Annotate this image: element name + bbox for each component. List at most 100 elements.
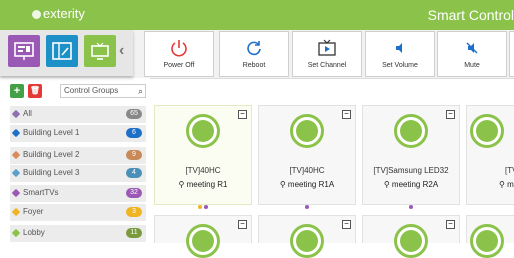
device-location: ⚲ meeting R1A	[279, 180, 335, 189]
search-icon: ⌕	[137, 86, 143, 96]
set-channel-label: Set Channel	[307, 62, 347, 69]
logo-text: exterity	[43, 6, 85, 21]
group-dot	[198, 205, 202, 209]
reboot-label: Reboot	[242, 62, 266, 69]
group-lobby[interactable]: Lobby 11	[10, 225, 146, 242]
group-building-level-3[interactable]: Building Level 3 4	[10, 165, 146, 182]
tag-icon	[11, 228, 21, 238]
group-label: Building Level 1	[23, 128, 80, 137]
set-channel-button[interactable]: Set Channel	[292, 31, 362, 77]
group-dot	[204, 205, 208, 209]
device-tv-icon	[394, 114, 428, 148]
volume-icon	[396, 43, 402, 53]
device-card[interactable]: − [TV]40HC ⚲ meeting R1A	[258, 105, 356, 209]
layout-icon	[52, 42, 72, 60]
device-tv-icon	[470, 114, 504, 148]
location-text: meeting R2A	[391, 180, 439, 189]
device-tv-icon	[186, 224, 220, 258]
control-groups-sidebar: + 🗑 Control Groups ⌕ All 65 Building Level…	[0, 78, 150, 243]
device-card[interactable]: −	[258, 215, 356, 258]
device-card[interactable]: [TV ⚲ mee	[466, 105, 514, 205]
device-card[interactable]: −	[362, 215, 460, 258]
power-off-button[interactable]: Power Off	[144, 31, 214, 77]
group-dot	[409, 205, 413, 209]
set-volume-button[interactable]: Set Volume	[365, 31, 435, 77]
control-groups-search[interactable]: Control Groups ⌕	[60, 84, 146, 98]
group-dots	[155, 196, 251, 214]
location-text: meeting R1	[186, 180, 228, 189]
tag-icon	[11, 109, 21, 119]
tag-icon	[11, 188, 21, 198]
device-location: ⚲ mee	[499, 180, 514, 189]
device-card[interactable]: − [TV]Samsung LED32 ⚲ meeting R2A	[362, 105, 460, 209]
top-bar: exterity Smart Control	[0, 0, 514, 30]
exterity-logo: exterity	[32, 6, 85, 21]
device-tv-icon	[394, 224, 428, 258]
device-card[interactable]: − [TV]40HC ⚲ meeting R1	[154, 105, 252, 209]
mute-icon	[466, 42, 478, 54]
presentation-icon	[14, 42, 34, 60]
group-building-level-2[interactable]: Building Level 2 9	[10, 147, 146, 164]
group-count-badge: 9	[126, 150, 142, 160]
power-icon	[171, 40, 187, 57]
device-name: [TV	[505, 166, 514, 175]
group-count-badge: 3	[126, 207, 142, 217]
group-label: All	[23, 109, 32, 118]
app-title: Smart Control	[427, 7, 514, 23]
tv-app-button[interactable]	[84, 35, 116, 67]
minimize-icon[interactable]: −	[342, 110, 351, 119]
group-building-level-1[interactable]: Building Level 1 6	[10, 125, 146, 142]
tv-play-icon	[318, 39, 336, 56]
tv-icon	[91, 42, 109, 60]
power-off-label: Power Off	[163, 62, 195, 69]
delete-group-button[interactable]: 🗑	[28, 84, 42, 98]
mute-label: Mute	[464, 62, 480, 69]
group-count-badge: 4	[126, 168, 142, 178]
tag-icon	[11, 207, 21, 217]
device-card[interactable]: −	[154, 215, 252, 258]
more-actions-button[interactable]	[509, 31, 514, 77]
add-group-button[interactable]: +	[10, 84, 24, 98]
device-name: [TV]Samsung LED32	[373, 166, 449, 175]
group-count-badge: 6	[126, 128, 142, 138]
group-smarttvs[interactable]: SmartTVs 32	[10, 185, 146, 202]
group-label: Lobby	[23, 228, 45, 237]
group-label: Building Level 3	[23, 168, 80, 177]
app-launcher: ‹	[0, 30, 133, 76]
device-tv-icon	[290, 224, 324, 258]
presentation-app-button[interactable]	[8, 35, 40, 67]
group-count-badge: 11	[126, 228, 142, 238]
minimize-icon[interactable]: −	[238, 110, 247, 119]
device-name: [TV]40HC	[289, 166, 325, 175]
layout-app-button[interactable]	[46, 35, 78, 67]
collapse-launcher-button[interactable]: ‹	[119, 42, 124, 60]
group-count-badge: 32	[126, 188, 142, 198]
group-dots	[259, 196, 355, 214]
minimize-icon[interactable]: −	[446, 220, 455, 229]
minimize-icon[interactable]: −	[238, 220, 247, 229]
reboot-button[interactable]: Reboot	[219, 31, 289, 77]
device-tv-icon	[290, 114, 324, 148]
location-text: mee	[507, 180, 514, 189]
device-tv-icon	[470, 224, 504, 258]
mute-button[interactable]: Mute	[437, 31, 507, 77]
set-volume-label: Set Volume	[382, 62, 418, 69]
device-name: [TV]40HC	[185, 166, 221, 175]
device-card[interactable]	[466, 215, 514, 258]
group-count-badge: 65	[126, 109, 142, 119]
group-label: Building Level 2	[23, 150, 80, 159]
group-dot	[305, 205, 309, 209]
group-foyer[interactable]: Foyer 3	[10, 204, 146, 221]
minimize-icon[interactable]: −	[446, 110, 455, 119]
group-label: SmartTVs	[23, 188, 59, 197]
group-all[interactable]: All 65	[10, 106, 146, 123]
tag-icon	[11, 128, 21, 138]
group-dots	[363, 196, 459, 214]
tag-icon	[11, 150, 21, 160]
group-label: Foyer	[23, 207, 44, 216]
device-location: ⚲ meeting R2A	[383, 180, 439, 189]
minimize-icon[interactable]: −	[342, 220, 351, 229]
device-location: ⚲ meeting R1	[178, 180, 228, 189]
logo-mark-icon	[32, 10, 41, 20]
location-text: meeting R1A	[287, 180, 335, 189]
